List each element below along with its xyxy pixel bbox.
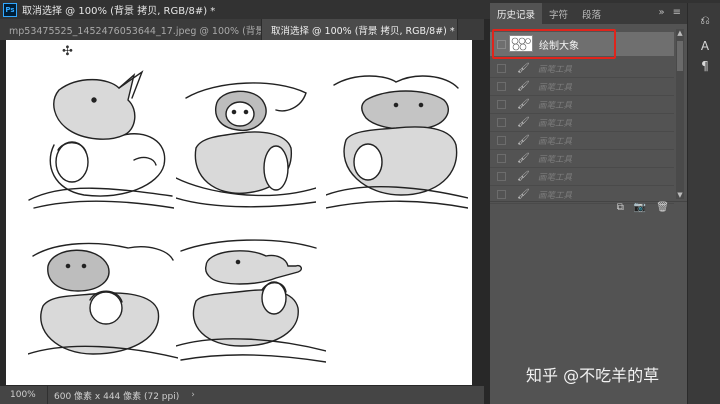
history-checkbox[interactable] bbox=[497, 100, 506, 109]
photoshop-window: Ps 取消选择 @ 100% (背景 拷贝, RGB/8#) * — ❐ ✕ m… bbox=[0, 0, 720, 404]
history-item[interactable]: 🖌 画笔工具 bbox=[490, 96, 674, 114]
history-item-label: 画笔工具 bbox=[538, 101, 573, 111]
history-panel-icon[interactable]: ⎌ bbox=[694, 11, 716, 29]
doc-tab-label: 取消选择 @ 100% (背景 拷贝, RGB/8#) * bbox=[271, 25, 455, 37]
camera-snapshot-icon[interactable]: 📷 bbox=[634, 202, 646, 215]
highlight-box bbox=[492, 29, 616, 59]
history-checkbox[interactable] bbox=[497, 64, 506, 73]
doc-tab-active[interactable]: 取消选择 @ 100% (背景 拷贝, RGB/8#) * × bbox=[262, 19, 458, 40]
brush-icon: 🖌 bbox=[517, 153, 530, 164]
bear-girl-drawing bbox=[28, 242, 178, 359]
history-item[interactable]: 🖌 画笔工具 bbox=[490, 168, 674, 186]
history-item-label: 画笔工具 bbox=[538, 173, 573, 183]
document-tabs: mp53475525_1452476053644_17.jpeg @ 100% … bbox=[0, 19, 484, 40]
rhino-girl-drawing bbox=[28, 70, 174, 209]
history-item[interactable]: 🖌 画笔工具 bbox=[490, 114, 674, 132]
history-item-label: 画笔工具 bbox=[538, 137, 573, 147]
lion-girl-drawing bbox=[176, 82, 316, 208]
hippo-girl-drawing bbox=[326, 75, 468, 209]
zhihu-watermark: 知乎 @不吃羊的草 bbox=[526, 366, 660, 385]
crosshair-cursor-icon: ✣ bbox=[62, 44, 73, 59]
document-canvas[interactable]: ✣ bbox=[6, 40, 472, 385]
history-checkbox[interactable] bbox=[497, 118, 506, 127]
history-item[interactable]: 🖌 画笔工具 bbox=[490, 60, 674, 78]
doc-tab-jpeg[interactable]: mp53475525_1452476053644_17.jpeg @ 100% … bbox=[0, 19, 262, 40]
scrollbar-thumb[interactable] bbox=[677, 41, 683, 71]
history-checkbox[interactable] bbox=[497, 190, 506, 199]
history-item-label: 画笔工具 bbox=[538, 65, 573, 75]
brush-icon: 🖌 bbox=[517, 99, 530, 110]
history-item-label: 画笔工具 bbox=[538, 155, 573, 165]
history-item[interactable]: 🖌 画笔工具 bbox=[490, 132, 674, 150]
history-scrollbar[interactable]: ▲ ▼ bbox=[676, 29, 684, 199]
panel-menu: » ≡ bbox=[658, 7, 681, 18]
history-item[interactable]: 🖌 画笔工具 bbox=[490, 78, 674, 96]
brush-icon: 🖌 bbox=[517, 81, 530, 92]
window-title: 取消选择 @ 100% (背景 拷贝, RGB/8#) * bbox=[22, 6, 216, 17]
elephant-girl-drawing bbox=[176, 239, 326, 363]
photoshop-logo-icon: Ps bbox=[3, 2, 17, 17]
document-info: 600 像素 x 444 像素 (72 ppi) bbox=[54, 391, 180, 402]
status-menu-arrow-icon[interactable]: › bbox=[191, 390, 195, 400]
new-document-from-state-icon[interactable]: ⧉ bbox=[617, 202, 624, 215]
character-panel-icon[interactable]: A bbox=[694, 37, 716, 55]
history-checkbox[interactable] bbox=[497, 82, 506, 91]
history-item-label: 画笔工具 bbox=[538, 119, 573, 129]
history-checkbox[interactable] bbox=[497, 172, 506, 181]
zoom-level[interactable]: 100% bbox=[0, 386, 48, 404]
trash-icon[interactable]: 🗑 bbox=[656, 202, 669, 215]
brush-icon: 🖌 bbox=[517, 189, 530, 200]
canvas-workspace[interactable]: ✣ bbox=[0, 40, 484, 386]
history-panel: 历史记录 字符 段落 » ≡ 绘制大象 🖌 画笔工具 🖌 画笔工具 🖌 画笔工具… bbox=[490, 3, 687, 404]
history-checkbox[interactable] bbox=[497, 154, 506, 163]
history-item-label: 画笔工具 bbox=[538, 191, 573, 201]
scroll-up-icon[interactable]: ▲ bbox=[676, 29, 684, 37]
brush-icon: 🖌 bbox=[517, 63, 530, 74]
status-bar: 100% 600 像素 x 444 像素 (72 ppi) › bbox=[0, 386, 484, 404]
history-item-label: 画笔工具 bbox=[538, 83, 573, 93]
scroll-down-icon[interactable]: ▼ bbox=[676, 191, 684, 199]
history-item[interactable]: 🖌 画笔工具 bbox=[490, 150, 674, 168]
history-checkbox[interactable] bbox=[497, 136, 506, 145]
brush-icon: 🖌 bbox=[517, 135, 530, 146]
history-list: 绘制大象 🖌 画笔工具 🖌 画笔工具 🖌 画笔工具 🖌 画笔工具 🖌 画笔工具 … bbox=[490, 27, 674, 204]
brush-icon: 🖌 bbox=[517, 171, 530, 182]
tab-character[interactable]: 字符 bbox=[542, 3, 575, 24]
collapse-panel-icon[interactable]: » bbox=[658, 7, 664, 18]
history-panel-footer: ⧉ 📷 🗑 bbox=[490, 201, 687, 215]
tab-paragraph[interactable]: 段落 bbox=[575, 3, 608, 24]
panel-icon-strip: ⎌ A ¶ bbox=[687, 3, 720, 404]
paragraph-panel-icon[interactable]: ¶ bbox=[694, 57, 716, 75]
doc-tab-label: mp53475525_1452476053644_17.jpeg @ 100% … bbox=[9, 25, 262, 37]
tab-history[interactable]: 历史记录 bbox=[490, 3, 543, 24]
panel-menu-icon[interactable]: ≡ bbox=[673, 7, 681, 18]
panel-tabs: 历史记录 字符 段落 bbox=[490, 3, 687, 24]
brush-icon: 🖌 bbox=[517, 117, 530, 128]
